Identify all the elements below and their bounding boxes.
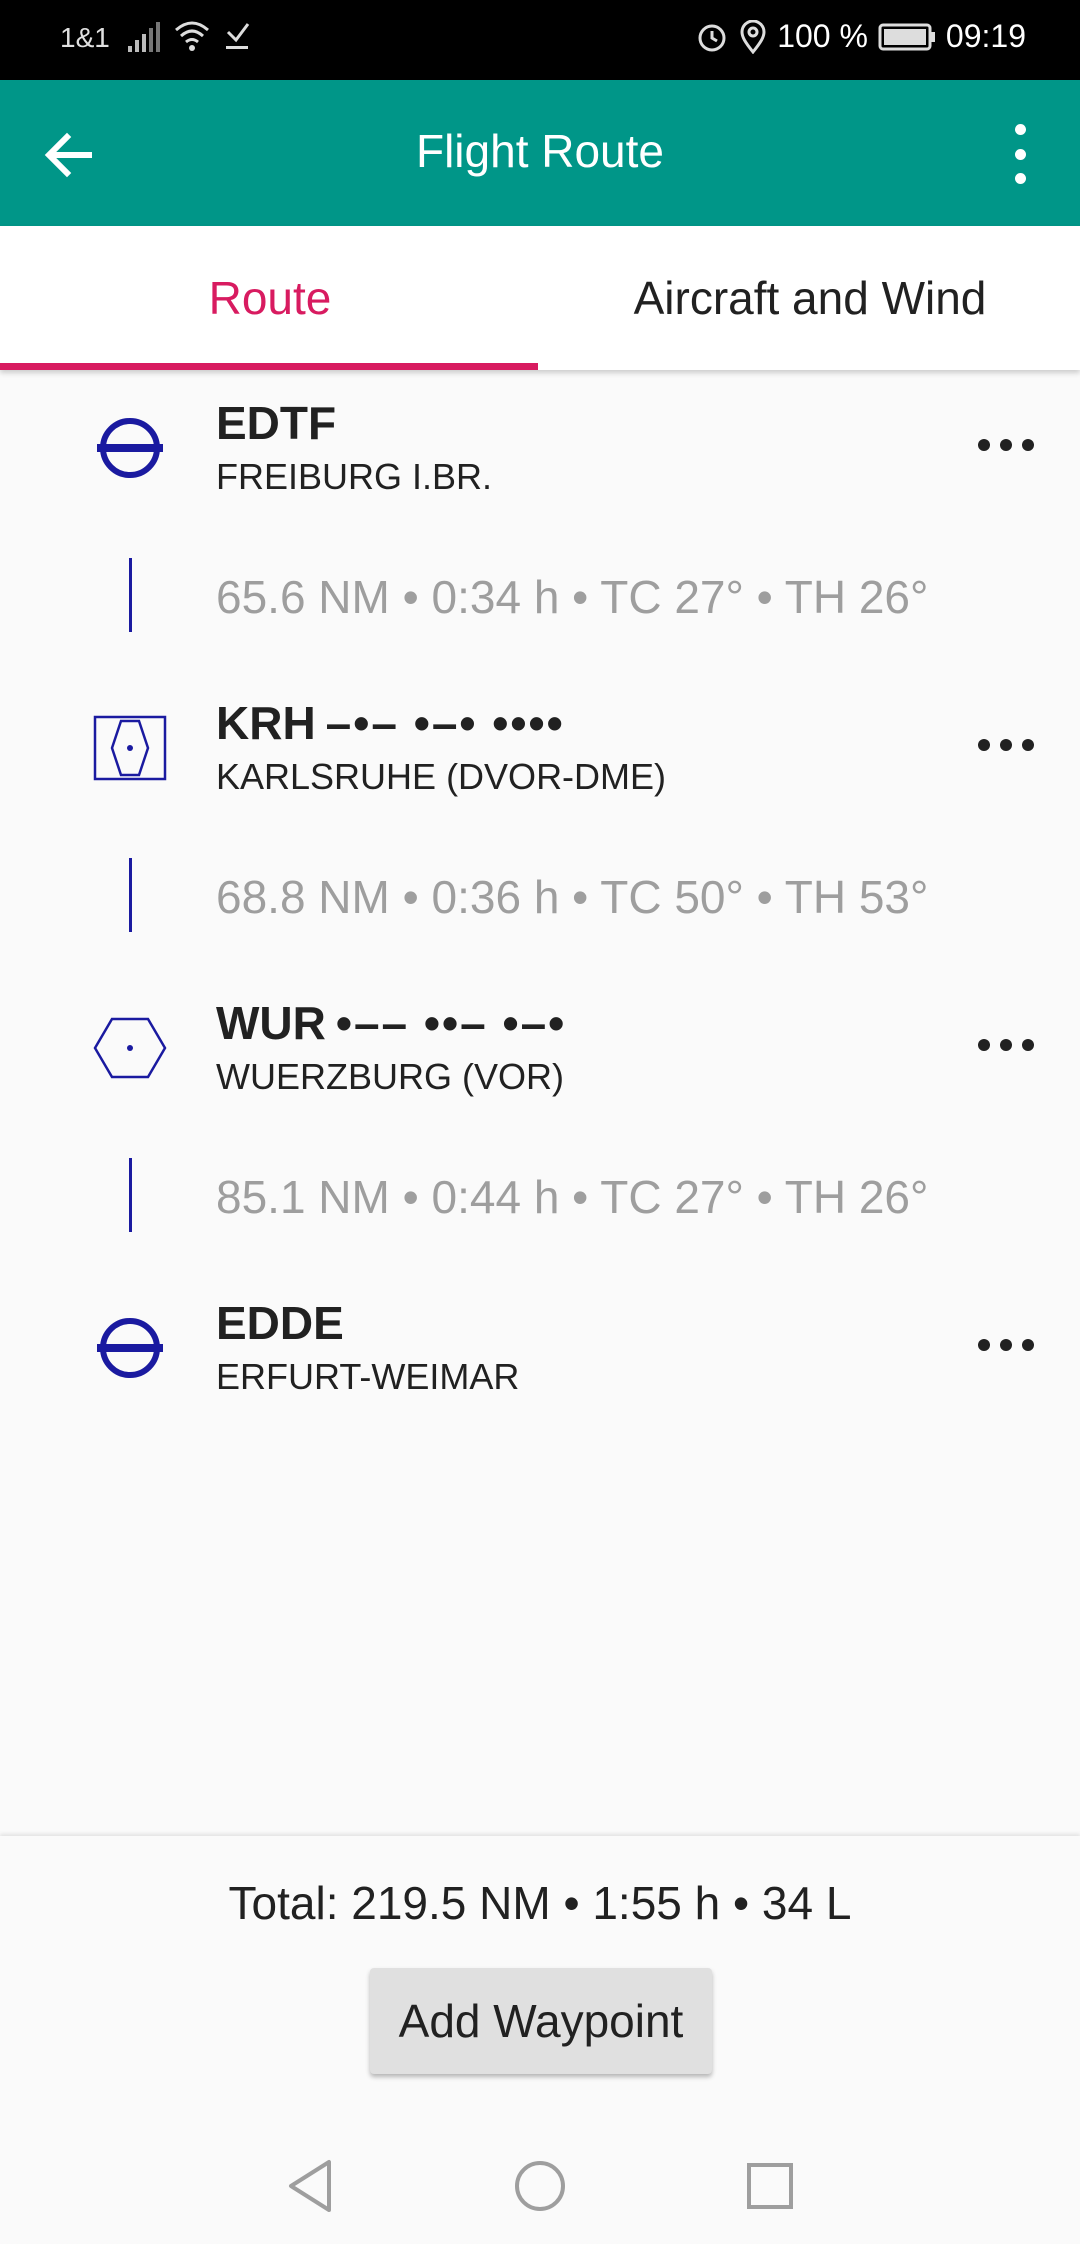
morse-code: –•– •–• •••• bbox=[325, 697, 565, 749]
tab-indicator bbox=[0, 363, 538, 370]
waypoint-code: EDTF bbox=[216, 397, 337, 449]
add-waypoint-button[interactable]: Add Waypoint bbox=[370, 1968, 712, 2074]
waypoint-name: FREIBURG I.BR. bbox=[216, 456, 493, 497]
vor-icon bbox=[92, 1010, 168, 1086]
route-leg: 65.6 NM • 0:34 h • TC 27° • TH 26° bbox=[0, 520, 1080, 670]
battery-percent: 100 % bbox=[777, 18, 868, 54]
airport-icon bbox=[92, 410, 168, 486]
download-icon bbox=[222, 18, 252, 54]
morse-code: •–– ••– •–• bbox=[335, 997, 567, 1049]
waypoint-code: KRH –•– •–• •••• bbox=[216, 697, 565, 749]
leg-line bbox=[129, 1158, 132, 1232]
leg-info: 85.1 NM • 0:44 h • TC 27° • TH 26° bbox=[216, 1171, 929, 1223]
status-left-icons bbox=[126, 18, 252, 54]
nav-home-icon[interactable] bbox=[510, 2156, 570, 2216]
alarm-icon bbox=[695, 20, 729, 54]
tab-aircraft-and-wind[interactable]: Aircraft and Wind bbox=[540, 226, 1080, 370]
more-vert-icon[interactable] bbox=[1000, 124, 1040, 184]
page-title: Flight Route bbox=[415, 125, 664, 177]
more-horiz-icon[interactable] bbox=[978, 1330, 1034, 1360]
system-nav-bar bbox=[0, 2128, 1080, 2244]
waypoint-item[interactable]: EDDE ERFURT-WEIMAR bbox=[0, 1270, 1080, 1420]
leg-info: 68.8 NM • 0:36 h • TC 50° • TH 53° bbox=[216, 871, 929, 923]
status-right-group: 100 % 09:19 bbox=[695, 18, 1026, 55]
app-bar: Flight Route bbox=[0, 80, 1080, 226]
waypoint-item[interactable]: EDTF FREIBURG I.BR. bbox=[0, 370, 1080, 520]
battery-icon bbox=[878, 22, 936, 52]
airport-icon bbox=[92, 1310, 168, 1386]
route-total: Total: 219.5 NM • 1:55 h • 34 L bbox=[228, 1877, 852, 1929]
clock: 09:19 bbox=[945, 18, 1026, 54]
more-horiz-icon[interactable] bbox=[978, 730, 1034, 760]
waypoint-name: WUERZBURG (VOR) bbox=[216, 1056, 564, 1097]
status-bar: 1&1 100 % 09:19 bbox=[0, 0, 1080, 80]
leg-line bbox=[129, 558, 132, 632]
route-leg: 68.8 NM • 0:36 h • TC 50° • TH 53° bbox=[0, 820, 1080, 970]
wifi-icon bbox=[172, 18, 212, 54]
waypoint-name: ERFURT-WEIMAR bbox=[216, 1356, 520, 1397]
leg-info: 65.6 NM • 0:34 h • TC 27° • TH 26° bbox=[216, 571, 929, 623]
more-horiz-icon[interactable] bbox=[978, 430, 1034, 460]
location-icon bbox=[739, 19, 767, 54]
carrier-label: 1&1 bbox=[60, 22, 110, 53]
leg-line bbox=[129, 858, 132, 932]
waypoint-item[interactable]: WUR •–– ••– •–• WUERZBURG (VOR) bbox=[0, 970, 1080, 1120]
waypoint-code: WUR •–– ••– •–• bbox=[216, 997, 567, 1049]
nav-recents-icon[interactable] bbox=[740, 2156, 800, 2216]
dvor-dme-icon bbox=[92, 710, 168, 786]
route-footer: Total: 219.5 NM • 1:55 h • 34 L Add Wayp… bbox=[0, 1836, 1080, 2128]
nav-back-icon[interactable] bbox=[280, 2156, 340, 2216]
route-leg: 85.1 NM • 0:44 h • TC 27° • TH 26° bbox=[0, 1120, 1080, 1270]
more-horiz-icon[interactable] bbox=[978, 1030, 1034, 1060]
tab-bar: Route Aircraft and Wind bbox=[0, 226, 1080, 370]
waypoint-item[interactable]: KRH –•– •–• •••• KARLSRUHE (DVOR-DME) bbox=[0, 670, 1080, 820]
waypoint-name: KARLSRUHE (DVOR-DME) bbox=[216, 756, 667, 797]
waypoint-code: EDDE bbox=[216, 1297, 344, 1349]
signal-icon bbox=[126, 18, 162, 54]
tab-route[interactable]: Route bbox=[0, 226, 540, 370]
